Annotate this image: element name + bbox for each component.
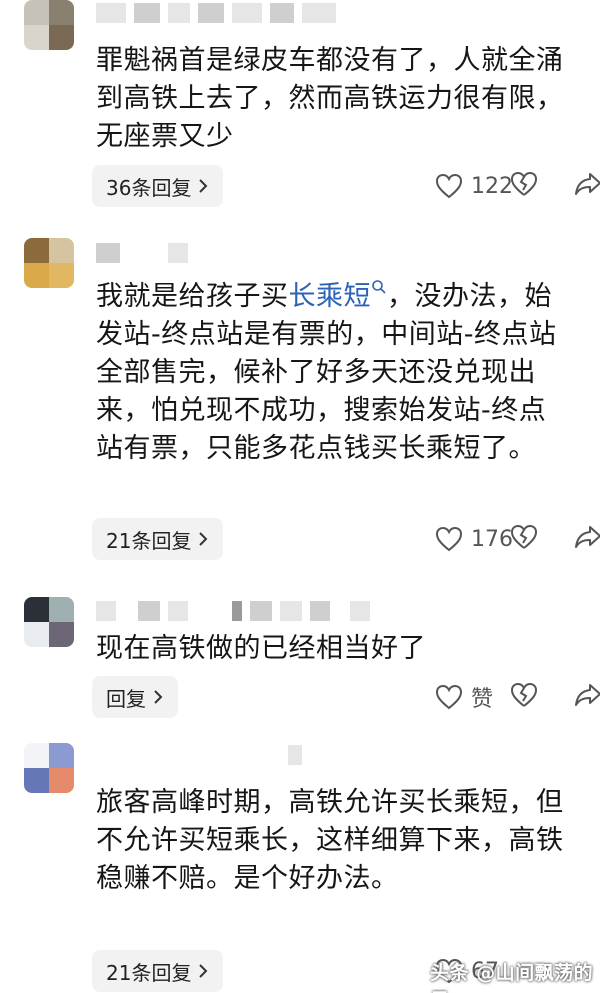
heart-icon: [435, 173, 463, 199]
comment-text: 我就是给孩子买长乘短 ，没办法，始发站-终点站是有票的，中间站-终点站全部售完，候…: [96, 278, 566, 468]
heart-icon: [435, 526, 463, 552]
watermark: 头条 @山间飘荡的云: [430, 962, 594, 993]
like-label: 赞: [471, 687, 494, 712]
heart-icon: [435, 684, 463, 710]
comment-actions: 赞: [340, 676, 600, 718]
like-button[interactable]: 122: [435, 173, 513, 199]
username[interactable]: [96, 242, 188, 264]
broken-heart-icon: [510, 171, 538, 196]
reply-label: 21条回复: [106, 528, 192, 553]
comment-text: 罪魁祸首是绿皮车都没有了，人就全涌到高铁上去了，然而高铁运力很有限，无座票又少: [96, 45, 564, 152]
username[interactable]: [96, 744, 302, 766]
broken-heart-icon: [510, 682, 538, 707]
avatar[interactable]: [24, 238, 74, 288]
chevron-right-icon: [199, 179, 208, 193]
share-arrow-icon: [575, 684, 600, 706]
dislike-button[interactable]: [510, 524, 538, 554]
avatar[interactable]: [24, 0, 74, 50]
broken-heart-icon: [510, 524, 538, 549]
search-icon: [372, 280, 386, 294]
comment-text-part: 我就是给孩子买: [96, 281, 289, 312]
view-replies-button[interactable]: 21条回复: [92, 950, 224, 992]
dislike-button[interactable]: [510, 682, 538, 712]
search-link[interactable]: 长乘短: [289, 281, 372, 312]
username[interactable]: [96, 600, 370, 622]
like-count: 176: [471, 526, 513, 552]
comment-actions: 122: [340, 165, 600, 207]
comment-text: 现在高铁做的已经相当好了: [96, 633, 426, 664]
share-arrow-icon: [575, 526, 600, 548]
like-button[interactable]: 赞: [435, 681, 493, 713]
chevron-right-icon: [199, 964, 208, 978]
like-button[interactable]: 176: [435, 526, 513, 552]
view-replies-button[interactable]: 21条回复: [92, 518, 224, 560]
avatar[interactable]: [24, 743, 74, 793]
username[interactable]: [96, 2, 336, 24]
view-replies-button[interactable]: 36条回复: [92, 165, 224, 207]
comment-actions: 176: [340, 518, 600, 560]
reply-button[interactable]: 回复: [92, 676, 178, 718]
chevron-right-icon: [199, 532, 208, 546]
avatar[interactable]: [24, 597, 74, 647]
chevron-right-icon: [154, 690, 163, 704]
reply-label: 回复: [106, 686, 146, 711]
reply-label: 21条回复: [106, 960, 192, 985]
share-button[interactable]: [574, 524, 600, 554]
share-arrow-icon: [575, 173, 600, 195]
share-button[interactable]: [574, 171, 600, 201]
dislike-button[interactable]: [510, 171, 538, 201]
share-button[interactable]: [574, 682, 600, 712]
comment-text: 旅客高峰时期，高铁允许买长乘短，但不允许买短乘长，这样细算下来，高铁稳赚不赔。是…: [96, 787, 564, 894]
reply-label: 36条回复: [106, 175, 192, 200]
like-count: 122: [471, 173, 513, 199]
